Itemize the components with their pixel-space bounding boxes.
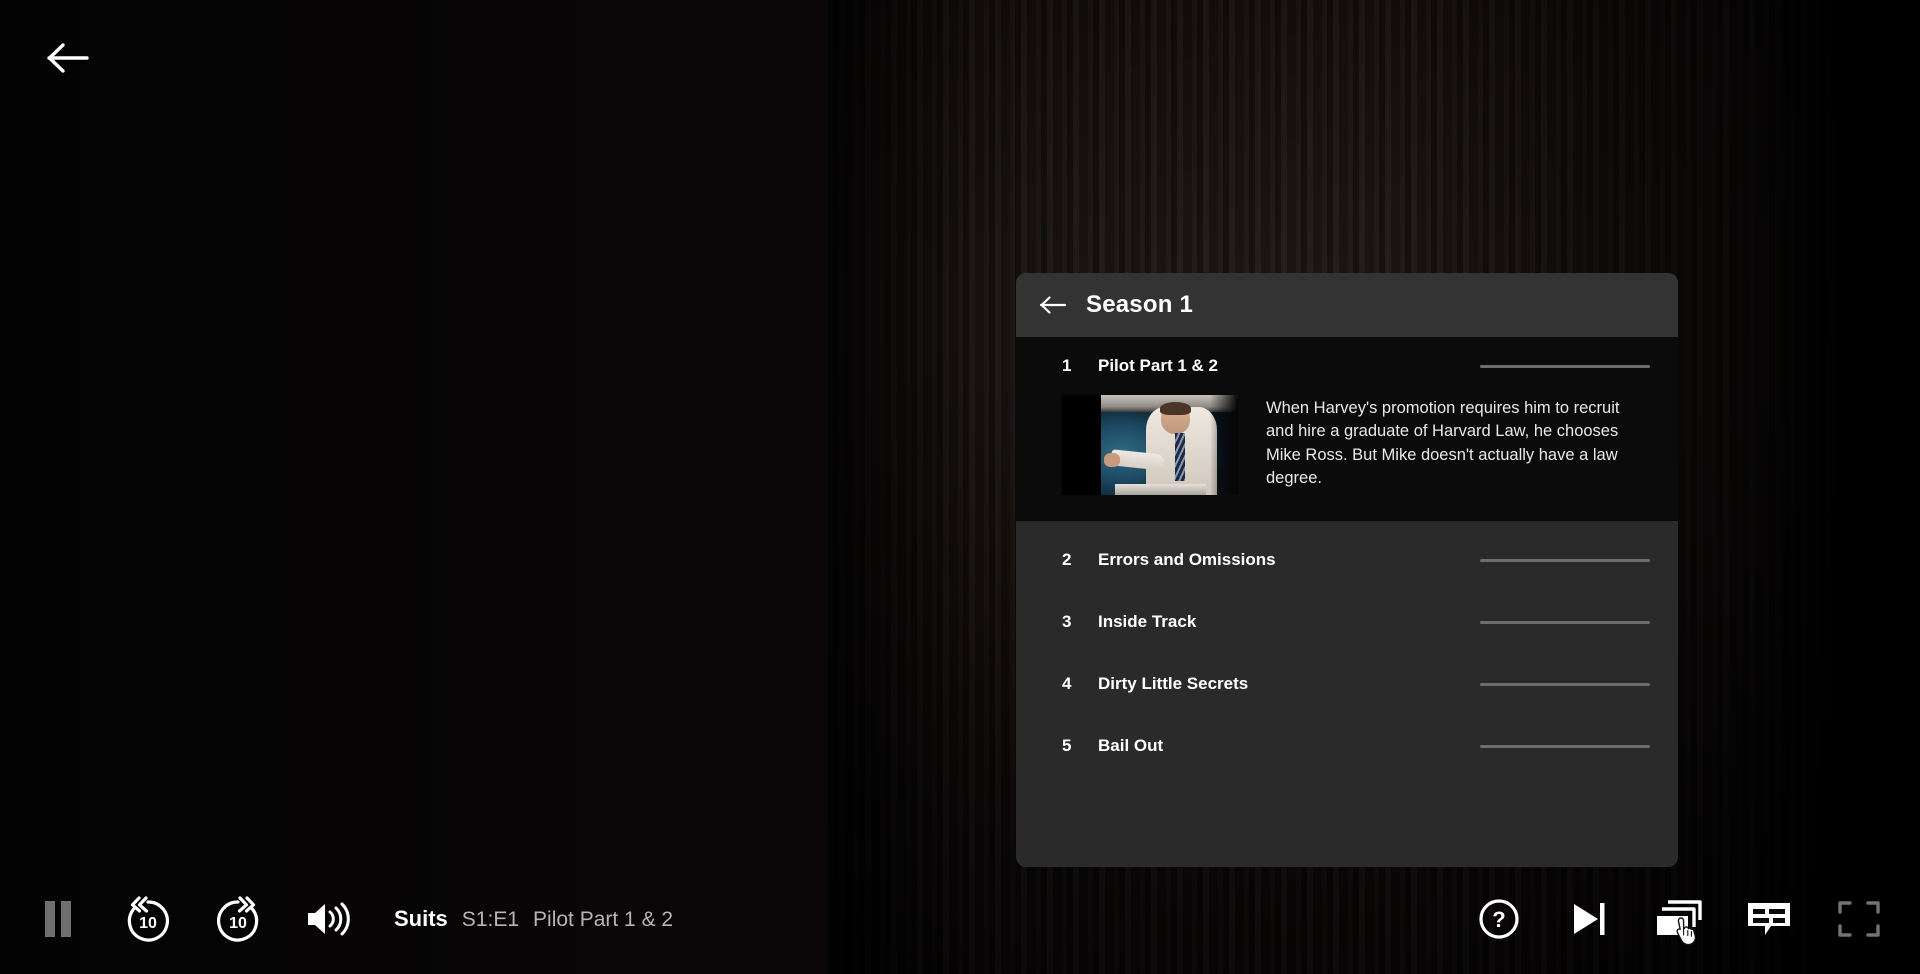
episode-title: Bail Out (1098, 736, 1164, 755)
episode-row[interactable]: 4 Dirty Little Secrets (1016, 653, 1678, 715)
episode-number: 1 (1062, 356, 1072, 375)
episode-item-selected[interactable]: 1 Pilot Part 1 & 2 When Harvey's promoti… (1016, 337, 1678, 521)
episode-number: 5 (1062, 736, 1072, 755)
right-controls: ? (1464, 884, 1920, 954)
back-button[interactable] (40, 32, 96, 84)
episode-progress-bar[interactable] (1480, 620, 1650, 624)
episode-row[interactable]: 3 Inside Track (1016, 591, 1678, 653)
arrow-left-icon (1039, 295, 1067, 315)
episode-progress-bar[interactable] (1480, 558, 1650, 562)
episode-title: Inside Track (1098, 612, 1197, 631)
episode-code: S1:E1 (461, 908, 520, 931)
stacked-windows-icon (1654, 898, 1704, 940)
next-episode-button[interactable] (1554, 884, 1624, 954)
question-circle-icon: ? (1477, 897, 1521, 941)
episode-number: 2 (1062, 550, 1072, 569)
arrow-left-icon (46, 42, 90, 74)
episodes-button[interactable] (1644, 884, 1714, 954)
episode-progress-bar[interactable] (1480, 744, 1650, 748)
panel-back-button[interactable] (1036, 290, 1070, 320)
forward-10-button[interactable]: 10 (202, 883, 274, 955)
show-title: Suits (394, 906, 448, 931)
svg-text:10: 10 (229, 915, 247, 932)
video-letterbox-right (1838, 0, 1920, 974)
svg-text:10: 10 (139, 915, 157, 932)
player-control-bar: 10 10 Suits S1:E1 Pilot Part 1 & 2 ? (0, 864, 1920, 974)
episode-title: Errors and Omissions (1098, 550, 1276, 569)
next-track-icon (1568, 899, 1610, 939)
video-player-screen: Season 1 1 Pilot Part 1 & 2 When Harvey'… (0, 0, 1920, 974)
video-letterbox-left (0, 0, 830, 974)
pause-icon (41, 899, 75, 939)
volume-button[interactable] (292, 883, 364, 955)
fullscreen-button[interactable] (1824, 884, 1894, 954)
left-controls: 10 10 Suits S1:E1 Pilot Part 1 & 2 (0, 883, 673, 955)
episode-title: Dirty Little Secrets (1098, 674, 1249, 693)
now-playing-info: Suits S1:E1 Pilot Part 1 & 2 (394, 906, 673, 932)
episode-row[interactable]: 5 Bail Out (1016, 715, 1678, 777)
episode-description: When Harvey's promotion requires him to … (1266, 399, 1620, 488)
panel-header: Season 1 (1016, 273, 1678, 337)
current-episode-title: Pilot Part 1 & 2 (533, 908, 674, 931)
help-button[interactable]: ? (1464, 884, 1534, 954)
rewind-10-button[interactable]: 10 (112, 883, 184, 955)
svg-text:?: ? (1492, 907, 1505, 932)
episode-title: Pilot Part 1 & 2 (1098, 356, 1218, 375)
episode-thumbnail[interactable] (1062, 395, 1238, 495)
subtitles-icon (1745, 899, 1793, 939)
episode-list-panel: Season 1 1 Pilot Part 1 & 2 When Harvey'… (1016, 273, 1678, 867)
volume-high-icon (304, 899, 352, 939)
episode-number: 3 (1062, 612, 1072, 631)
panel-title: Season 1 (1086, 291, 1193, 318)
subtitles-button[interactable] (1734, 884, 1804, 954)
forward-10-icon: 10 (211, 892, 265, 946)
episode-progress-bar[interactable] (1480, 682, 1650, 686)
rewind-10-icon: 10 (121, 892, 175, 946)
pause-button[interactable] (22, 883, 94, 955)
episode-detail: When Harvey's promotion requires him to … (1016, 395, 1678, 495)
episode-progress-bar[interactable] (1480, 364, 1650, 368)
episode-number: 4 (1062, 674, 1072, 693)
episode-row[interactable]: 2 Errors and Omissions (1016, 529, 1678, 591)
episode-row[interactable]: 1 Pilot Part 1 & 2 (1016, 337, 1678, 395)
fullscreen-icon (1836, 898, 1882, 940)
